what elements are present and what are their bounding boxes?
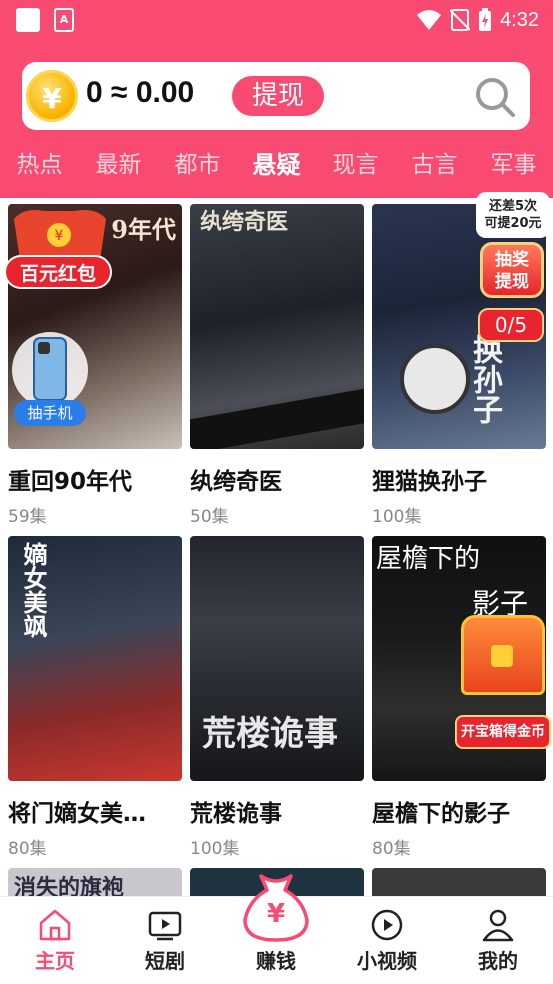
tab-military[interactable]: 军事 <box>474 140 553 190</box>
app-header: A 4:32 ¥ 0 ≈ 0.00 提现 热点 最新 都市 悬疑 现言 古言 军… <box>0 0 553 198</box>
no-sim-icon <box>450 9 471 31</box>
lottery-progress: 0/5 <box>478 308 544 342</box>
person-icon <box>482 909 514 942</box>
drama-title: 纨绔奇医 <box>190 469 282 495</box>
drama-card[interactable]: 纨绔奇医 纨绔奇医 50集 <box>190 204 364 527</box>
drama-title: 重回90年代 <box>8 469 133 495</box>
tab-latest[interactable]: 最新 <box>79 140 158 190</box>
tab-hot[interactable]: 热点 <box>0 140 79 190</box>
app-notification-icon: A <box>54 8 74 32</box>
drama-poster[interactable]: 纨绔奇医 <box>190 204 364 449</box>
home-icon <box>39 909 71 941</box>
withdraw-button[interactable]: 提现 <box>232 76 324 116</box>
lottery-hint: 还差5次 可提20元 <box>476 192 550 238</box>
episode-count: 100集 <box>372 507 422 527</box>
chest-lock-icon <box>491 645 513 667</box>
phone-icon <box>12 332 88 408</box>
status-bar: A 4:32 <box>0 0 553 40</box>
coin-icon: ¥ <box>26 70 78 122</box>
drama-title: 屋檐下的影子 <box>372 801 510 827</box>
drama-title: 荒楼诡事 <box>190 801 282 827</box>
episode-count: 50集 <box>190 507 229 527</box>
svg-text:¥: ¥ <box>55 228 64 244</box>
lottery-withdraw-promo[interactable]: 还差5次 可提20元 抽奖 提现 0/5 <box>474 192 550 344</box>
nav-home[interactable]: 主页 <box>0 897 110 984</box>
coin-balance: 0 ≈ 0.00 <box>86 76 195 109</box>
battery-charging-icon <box>479 8 492 31</box>
wallet-bar: ¥ 0 ≈ 0.00 提现 <box>22 62 530 130</box>
drama-card[interactable]: 消失的旗袍 <box>8 868 182 896</box>
tab-urban[interactable]: 都市 <box>158 140 237 190</box>
drama-poster[interactable]: 消失的旗袍 <box>8 868 182 896</box>
notification-icon <box>16 8 40 32</box>
treasure-chest-promo[interactable]: 开宝箱得金币 <box>455 605 551 750</box>
tab-suspense[interactable]: 悬疑 <box>237 140 316 190</box>
episode-count: 100集 <box>190 839 240 859</box>
nav-profile[interactable]: 我的 <box>443 897 553 984</box>
film-strip <box>190 387 364 449</box>
category-tabs: 热点 最新 都市 悬疑 现言 古言 军事 <box>0 140 553 190</box>
tab-modern-romance[interactable]: 现言 <box>316 140 395 190</box>
drama-poster[interactable] <box>372 868 546 896</box>
status-icons: 4:32 <box>416 6 539 34</box>
drama-card[interactable]: 荒楼诡事 荒楼诡事 100集 <box>190 536 364 859</box>
drama-title: 将门嫡女美… <box>8 801 146 827</box>
play-circle-icon <box>371 909 403 941</box>
drama-card[interactable] <box>372 868 546 896</box>
clock: 4:32 <box>500 8 539 31</box>
episode-count: 59集 <box>8 507 47 527</box>
svg-text:¥: ¥ <box>267 899 285 929</box>
drama-poster[interactable]: 嫡女美飒 <box>8 536 182 781</box>
episode-count: 80集 <box>8 839 47 859</box>
nav-short-video[interactable]: 小视频 <box>332 897 442 984</box>
clock-image <box>400 344 470 414</box>
lottery-button[interactable]: 抽奖 提现 <box>480 242 544 298</box>
red-packet-promo[interactable]: ¥ 百元红包 <box>4 205 114 289</box>
search-icon[interactable] <box>474 76 516 118</box>
drama-title: 狸猫换孙子 <box>372 469 487 495</box>
drama-card[interactable]: 嫡女美飒 将门嫡女美… 80集 <box>8 536 182 859</box>
money-bag-icon[interactable]: ¥ <box>241 872 311 944</box>
drama-grid: 9年代 重回90年代 59集 纨绔奇医 纨绔奇医 50集 换孙子 狸猫换孙子 1… <box>0 198 553 896</box>
phone-lottery-promo[interactable]: 抽手机 <box>10 330 90 430</box>
drama-poster[interactable]: 荒楼诡事 <box>190 536 364 781</box>
tv-icon <box>148 911 182 941</box>
episode-count: 80集 <box>372 839 411 859</box>
wifi-icon <box>417 10 442 30</box>
tab-ancient-romance[interactable]: 古言 <box>395 140 474 190</box>
nav-short-drama[interactable]: 短剧 <box>110 897 220 984</box>
